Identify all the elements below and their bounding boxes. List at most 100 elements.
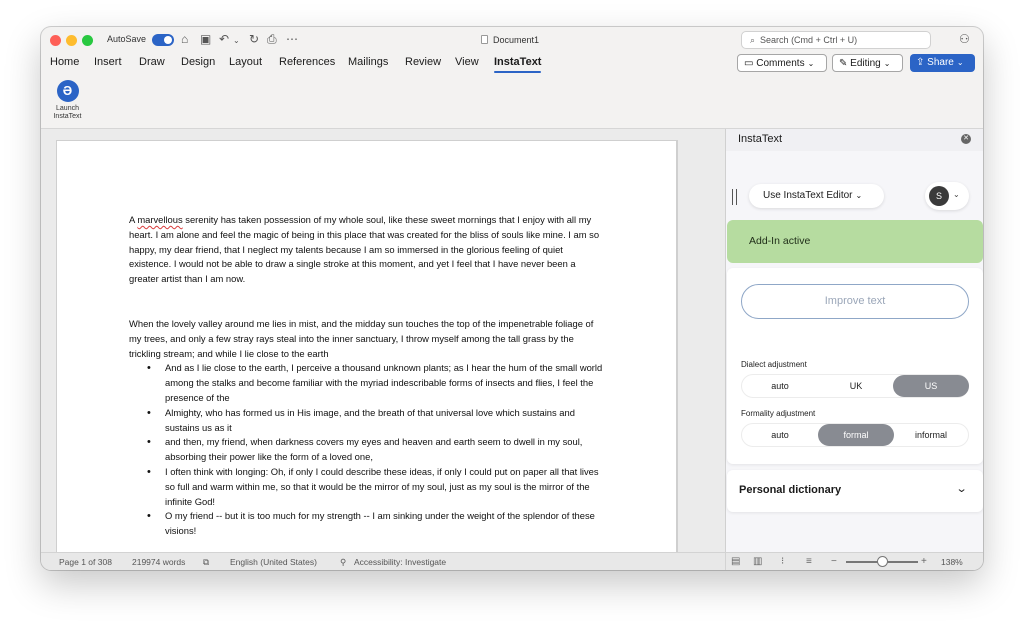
comments-button[interactable]: ▭ Comments ⌄ <box>737 54 827 72</box>
misspelled-word[interactable]: marvellous <box>137 214 182 225</box>
title-bar: AutoSave ⌂ ▣ ↶ ⌄ ↻ ⎙ ⋯ Document1 ⌕ Search… <box>41 27 983 53</box>
zoom-out-icon[interactable]: − <box>831 556 837 567</box>
dialect-option-uk[interactable]: UK <box>818 375 894 397</box>
tab-instatext[interactable]: InstaText <box>494 56 542 73</box>
paragraph-1-rest: serenity has taken possession of my whol… <box>129 214 600 285</box>
autosave-toggle[interactable] <box>152 34 174 46</box>
list-item[interactable]: and then, my friend, when darkness cover… <box>147 435 607 465</box>
dialect-selector: auto UK US <box>741 374 969 398</box>
paragraph-1[interactable]: A marvellous serenity has taken possessi… <box>129 213 607 287</box>
proofing-icon[interactable]: ⧉ <box>203 557 209 568</box>
addin-status-label: Add-In active <box>749 235 811 247</box>
formality-option-auto[interactable]: auto <box>742 424 818 446</box>
launch-label-line1: Launch <box>56 105 79 112</box>
chevron-down-icon[interactable]: ⌄ <box>956 482 968 495</box>
account-menu[interactable]: S ⌄ <box>925 182 969 210</box>
tab-layout[interactable]: Layout <box>229 56 262 68</box>
use-editor-label: Use InstaText Editor <box>763 190 853 201</box>
use-editor-button[interactable]: Use InstaText Editor ⌄ <box>749 184 884 208</box>
addin-status-card: Add-In active <box>727 220 983 263</box>
comment-icon: ▭ <box>744 58 754 69</box>
word-window: AutoSave ⌂ ▣ ↶ ⌄ ↻ ⎙ ⋯ Document1 ⌕ Search… <box>41 27 983 570</box>
personal-dictionary-section[interactable]: Personal dictionary ⌄ <box>727 470 983 512</box>
editing-label: Editing <box>850 58 881 69</box>
more-icon[interactable]: ⋯ <box>286 32 298 46</box>
adjustments-card: Improve text Dialect adjustment auto UK … <box>727 268 983 464</box>
page-margin-line <box>676 141 677 552</box>
dialect-label: Dialect adjustment <box>741 360 807 369</box>
minimize-window-button[interactable] <box>66 35 77 46</box>
document-title-text: Document1 <box>493 35 540 45</box>
word-count[interactable]: 219974 words <box>132 557 185 567</box>
launch-instatext-button[interactable]: Ə Launch InstaText <box>50 80 85 121</box>
redo-icon[interactable]: ↻ <box>249 32 259 46</box>
formality-option-informal[interactable]: informal <box>893 424 969 446</box>
personal-dictionary-label: Personal dictionary <box>739 484 842 496</box>
zoom-in-icon[interactable]: + <box>921 556 927 567</box>
tab-design[interactable]: Design <box>181 56 215 68</box>
tab-home[interactable]: Home <box>50 56 79 68</box>
document-body[interactable]: A marvellous serenity has taken possessi… <box>129 213 607 539</box>
dialect-option-us[interactable]: US <box>893 375 969 397</box>
formality-selector: auto formal informal <box>741 423 969 447</box>
print-layout-icon[interactable]: ▤ <box>731 556 740 567</box>
tab-view[interactable]: View <box>455 56 479 68</box>
paragraph-2[interactable]: When the lovely valley around me lies in… <box>129 317 607 361</box>
zoom-slider-thumb[interactable] <box>877 556 888 567</box>
formality-option-formal[interactable]: formal <box>818 424 894 446</box>
chevron-down-icon: ⌄ <box>956 58 964 67</box>
accessibility-icon: ⚲ <box>340 557 347 567</box>
dialect-option-auto[interactable]: auto <box>742 375 818 397</box>
tab-references[interactable]: References <box>279 56 335 68</box>
panel-title: InstaText <box>738 133 783 145</box>
undo-dropdown-icon[interactable]: ⌄ <box>233 34 240 48</box>
document-file-icon <box>481 35 488 44</box>
launch-label-line2: InstaText <box>53 113 82 120</box>
zoom-level[interactable]: 138% <box>941 557 963 567</box>
list-item[interactable]: And as I lie close to the earth, I perce… <box>147 361 607 405</box>
status-bar: Page 1 of 308 219974 words ⧉ English (Un… <box>41 552 983 570</box>
accessibility-status[interactable]: Accessibility: Investigate <box>354 557 446 567</box>
bullet-list: And as I lie close to the earth, I perce… <box>147 361 607 539</box>
language[interactable]: English (United States) <box>230 557 317 567</box>
search-input[interactable]: ⌕ Search (Cmd + Ctrl + U) <box>741 31 931 49</box>
editing-button[interactable]: ✎ Editing ⌄ <box>832 54 903 72</box>
share-button[interactable]: ⇪ Share ⌄ <box>910 54 975 72</box>
instatext-panel: InstaText ✕ Use InstaText Editor ⌄ S ⌄ Ad… <box>725 129 983 552</box>
panel-content: Use InstaText Editor ⌄ S ⌄ Add-In active … <box>726 151 983 552</box>
chevron-down-icon: ⌄ <box>807 59 815 68</box>
list-item[interactable]: Almighty, who has formed us in His image… <box>147 406 607 436</box>
comments-label: Comments <box>756 58 805 69</box>
panel-resize-handle[interactable] <box>732 189 737 205</box>
print-icon[interactable]: ⎙ <box>267 32 277 46</box>
outline-view-icon[interactable]: ⁝ <box>781 556 784 567</box>
close-icon[interactable]: ✕ <box>961 134 971 144</box>
close-window-button[interactable] <box>50 35 61 46</box>
share-label: Share <box>927 57 954 68</box>
tab-draw[interactable]: Draw <box>139 56 165 68</box>
list-item[interactable]: O my friend -- but it is too much for my… <box>147 509 607 539</box>
zoom-window-button[interactable] <box>82 35 93 46</box>
list-item[interactable]: I often think with longing: Oh, if only … <box>147 465 607 509</box>
instatext-logo-icon: Ə <box>56 80 79 102</box>
tab-review[interactable]: Review <box>405 56 441 68</box>
pencil-icon: ✎ <box>839 58 848 69</box>
tab-insert[interactable]: Insert <box>94 56 122 68</box>
avatar: S <box>929 186 949 206</box>
draft-view-icon[interactable]: ≡ <box>806 556 812 567</box>
improve-text-button[interactable]: Improve text <box>741 284 969 319</box>
document-title: Document1 <box>481 35 539 45</box>
formality-label: Formality adjustment <box>741 409 816 418</box>
chevron-down-icon: ⌄ <box>883 59 891 68</box>
undo-icon[interactable]: ↶ <box>219 32 229 46</box>
focus-view-icon[interactable]: ▥ <box>753 556 762 567</box>
chevron-down-icon: ⌄ <box>953 190 960 199</box>
chevron-down-icon: ⌄ <box>855 191 863 200</box>
tab-mailings[interactable]: Mailings <box>348 56 388 68</box>
person-share-icon[interactable]: ⚇ <box>959 32 970 46</box>
search-placeholder: Search (Cmd + Ctrl + U) <box>760 35 858 45</box>
save-icon[interactable]: ▣ <box>200 32 211 46</box>
home-icon[interactable]: ⌂ <box>181 32 188 46</box>
document-canvas[interactable]: A marvellous serenity has taken possessi… <box>41 129 725 552</box>
page-count[interactable]: Page 1 of 308 <box>59 557 112 567</box>
